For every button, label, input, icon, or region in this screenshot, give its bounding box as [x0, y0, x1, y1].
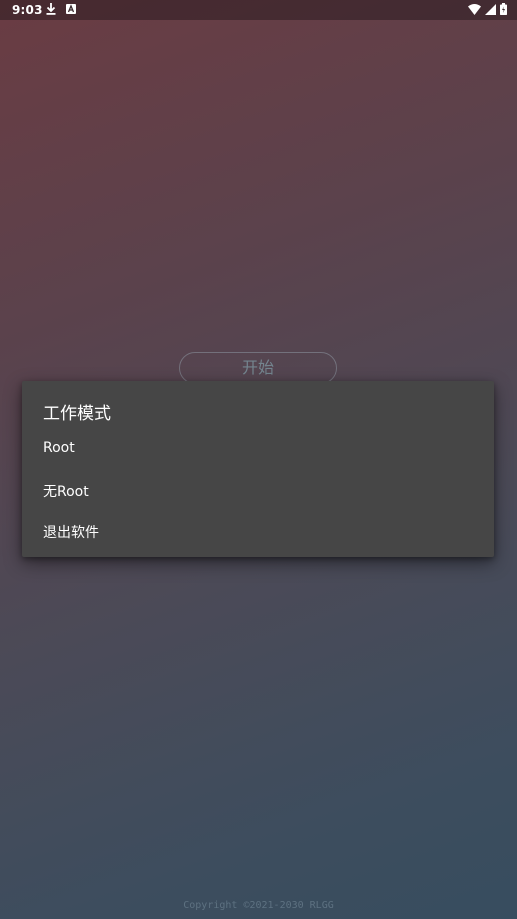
status-left-icons [46, 3, 76, 15]
dialog-item-root[interactable]: Root [22, 429, 494, 469]
dialog-item-label: Root [43, 440, 75, 456]
dialog-item-label: 退出软件 [43, 525, 99, 541]
dialog-item-exit[interactable]: 退出软件 [22, 511, 494, 551]
status-time: 9:03 [12, 3, 43, 17]
dialog-title: 工作模式 [43, 404, 111, 424]
battery-icon [500, 3, 507, 15]
copyright-text: Copyright ©2021-2030 RLGG [183, 900, 334, 911]
work-mode-dialog: 工作模式 Root 无Root 退出软件 [22, 381, 494, 557]
cell-signal-icon [485, 3, 496, 15]
start-button[interactable]: 开始 [179, 352, 337, 384]
wifi-icon [468, 3, 481, 15]
notification-a-icon [66, 4, 76, 14]
download-icon [46, 3, 56, 15]
status-bar: 9:03 [0, 0, 517, 20]
dialog-item-label: 无Root [43, 484, 89, 500]
status-right-icons [468, 3, 507, 15]
dialog-item-no-root[interactable]: 无Root [22, 470, 494, 510]
